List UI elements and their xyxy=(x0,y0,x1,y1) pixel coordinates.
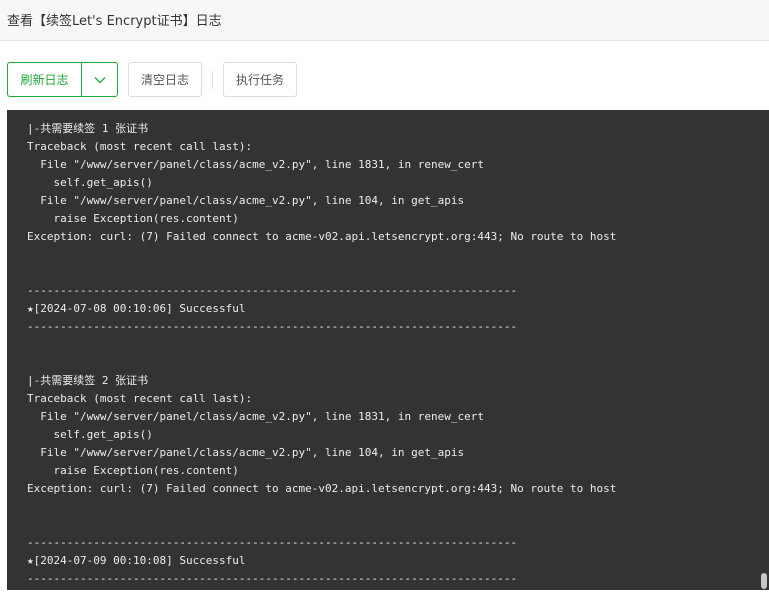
log-line: self.get_apis() xyxy=(27,428,153,441)
log-line: Traceback (most recent call last): xyxy=(27,140,253,153)
log-line: File "/www/server/panel/class/acme_v2.py… xyxy=(27,410,484,423)
dialog-title: 查看【续签Let's Encrypt证书】日志 xyxy=(7,14,222,29)
log-line: raise Exception(res.content) xyxy=(27,212,239,225)
log-line: Exception: curl: (7) Failed connect to a… xyxy=(27,230,617,243)
log-line: raise Exception(res.content) xyxy=(27,464,239,477)
log-line: ----------------------------------------… xyxy=(27,284,518,297)
refresh-split-button: 刷新日志 xyxy=(7,62,118,97)
chevron-down-icon xyxy=(94,76,105,83)
run-task-button[interactable]: 执行任务 xyxy=(223,62,297,97)
log-line: File "/www/server/panel/class/acme_v2.py… xyxy=(27,194,465,207)
log-content: |-共需要续签 1 张证书 Traceback (most recent call… xyxy=(27,120,616,588)
refresh-dropdown-toggle[interactable] xyxy=(82,63,117,96)
log-line: ★[2024-07-08 00:10:06] Successful xyxy=(27,302,246,315)
refresh-log-button[interactable]: 刷新日志 xyxy=(8,63,82,96)
log-line: ----------------------------------------… xyxy=(27,320,518,333)
log-line: Exception: curl: (7) Failed connect to a… xyxy=(27,482,617,495)
dialog-title-bar: 查看【续签Let's Encrypt证书】日志 xyxy=(0,0,769,41)
log-line: ----------------------------------------… xyxy=(27,536,518,549)
log-line: |-共需要续签 2 张证书 xyxy=(27,374,149,387)
log-line: ----------------------------------------… xyxy=(27,572,518,585)
log-line: File "/www/server/panel/class/acme_v2.py… xyxy=(27,446,465,459)
toolbar-divider xyxy=(212,71,213,89)
clear-log-button[interactable]: 清空日志 xyxy=(128,62,202,97)
log-viewer[interactable]: |-共需要续签 1 张证书 Traceback (most recent call… xyxy=(7,110,769,590)
log-line: Traceback (most recent call last): xyxy=(27,392,253,405)
log-scrollbar[interactable] xyxy=(761,573,767,589)
log-line: File "/www/server/panel/class/acme_v2.py… xyxy=(27,158,484,171)
toolbar: 刷新日志 清空日志 执行任务 xyxy=(0,41,769,110)
log-line: ★[2024-07-09 00:10:08] Successful xyxy=(27,554,246,567)
log-line: |-共需要续签 1 张证书 xyxy=(27,122,149,135)
log-line: self.get_apis() xyxy=(27,176,153,189)
